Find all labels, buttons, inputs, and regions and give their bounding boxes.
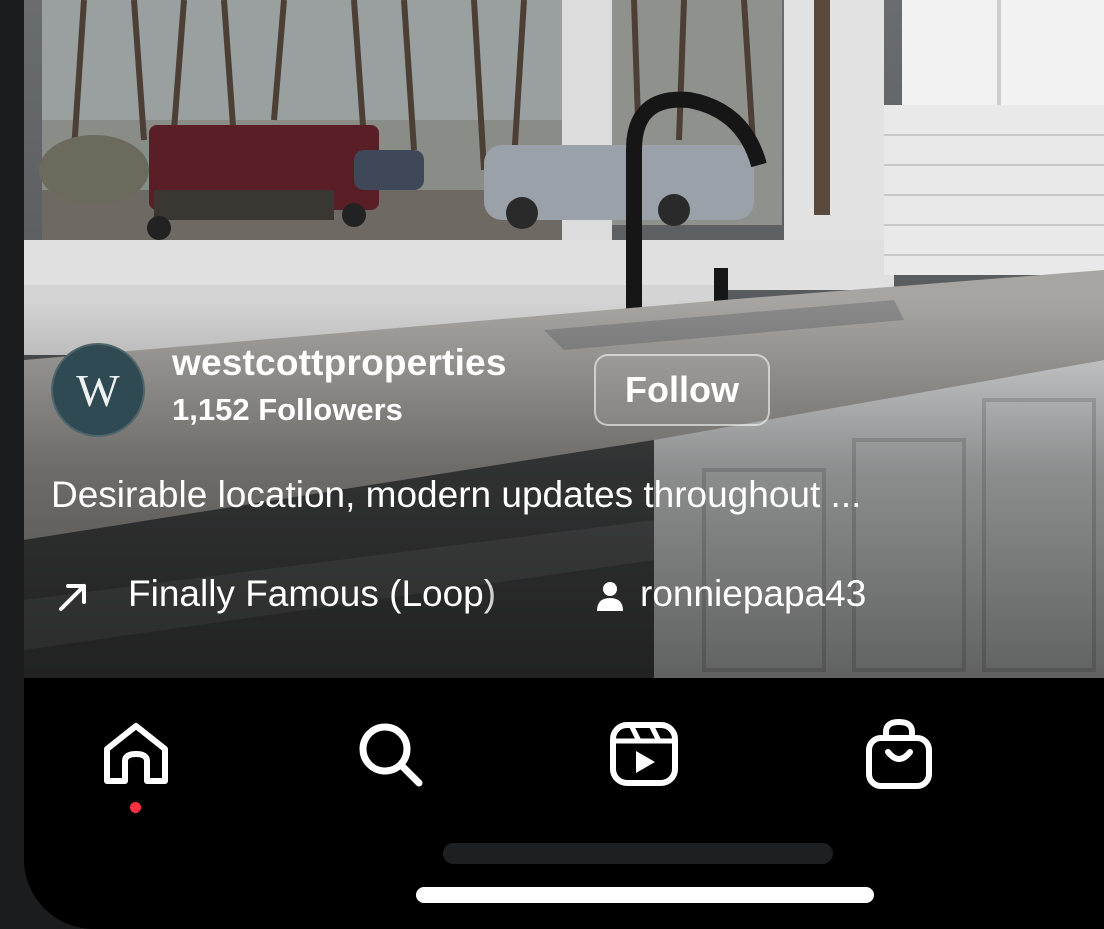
caption[interactable]: Desirable location, modern updates throu… [51, 474, 861, 516]
username[interactable]: westcottproperties [172, 342, 507, 384]
nav-home[interactable] [96, 714, 176, 794]
search-icon [359, 723, 423, 787]
avatar[interactable]: W [51, 343, 145, 437]
reels-icon [610, 722, 678, 786]
home-icon [104, 723, 168, 784]
nav-shop[interactable] [859, 714, 939, 794]
person-icon [597, 582, 623, 611]
home-indicator[interactable] [416, 887, 874, 903]
tagged-user[interactable]: ronniepapa43 [640, 573, 866, 615]
active-indicator-dot [130, 802, 141, 813]
nav-search[interactable] [350, 714, 430, 794]
avatar-letter: W [76, 364, 120, 416]
nav-reels[interactable] [604, 714, 684, 794]
scroll-pill [443, 843, 833, 864]
audio-title[interactable]: Finally Famous (Loop) [128, 573, 540, 619]
device-frame: W westcottproperties 1,152 Followers Fol… [0, 0, 1104, 929]
app-screen: W westcottproperties 1,152 Followers Fol… [24, 0, 1104, 929]
arrow-up-right-icon [59, 584, 86, 611]
follow-button[interactable]: Follow [594, 354, 770, 426]
shop-icon [866, 718, 932, 789]
bottom-nav [24, 678, 1104, 929]
follower-count: 1,152 Followers [172, 392, 403, 427]
